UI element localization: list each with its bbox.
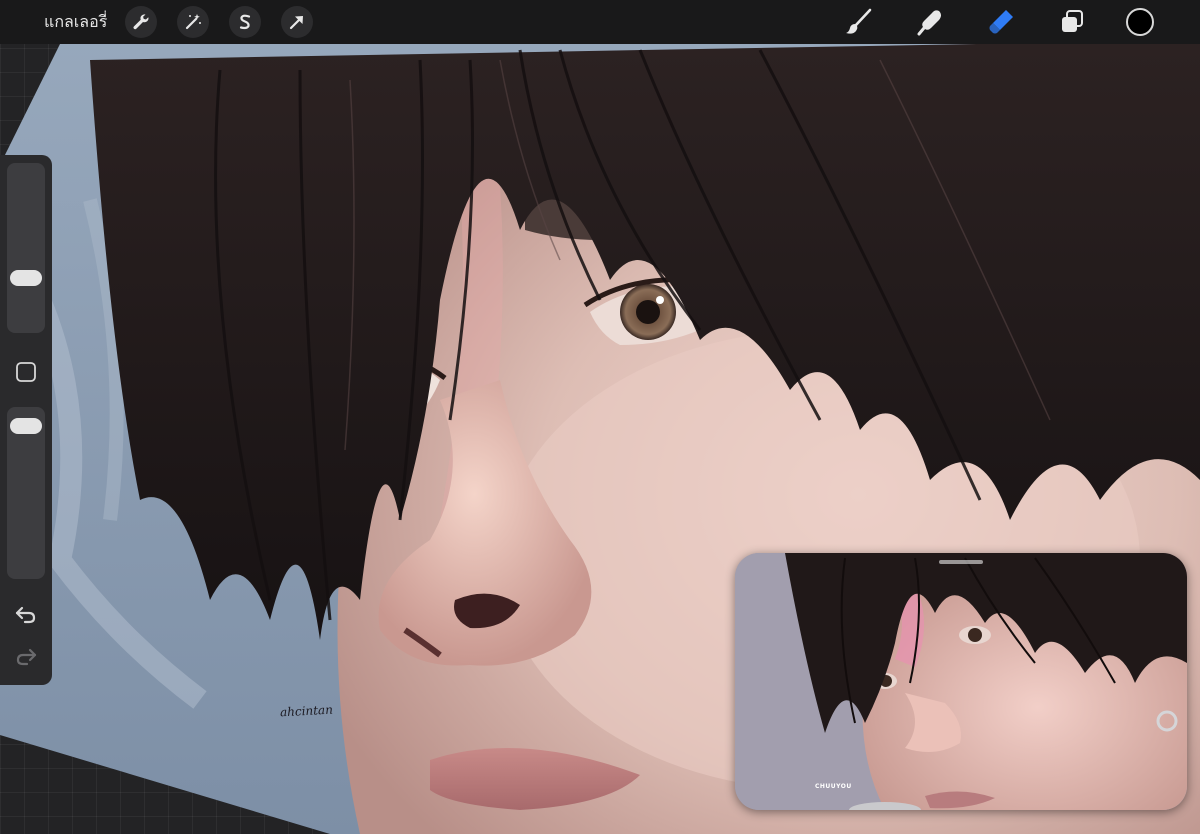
undo-button[interactable] [13,601,39,627]
color-picker-button[interactable] [1126,8,1154,36]
selection-s-icon [240,14,251,30]
redo-icon [16,648,37,666]
actions-button[interactable] [125,6,158,38]
undo-icon [15,606,36,624]
gallery-button[interactable]: แกลเลอรี่ [44,10,107,35]
brush-size-thumb[interactable] [10,269,42,286]
reference-window[interactable]: CHUUYOU [735,553,1187,810]
reference-drag-handle[interactable] [939,560,983,564]
wrench-icon [133,14,149,30]
eraser-button[interactable] [985,6,1017,38]
magic-wand-icon [186,14,202,30]
transform-button[interactable] [281,6,314,38]
opacity-slider[interactable] [7,407,45,579]
brush-button[interactable] [843,6,875,38]
selection-button[interactable] [229,6,262,38]
square-icon [16,362,36,382]
redo-button[interactable] [13,643,39,669]
layers-button[interactable] [1056,6,1088,38]
reference-caption: CHUUYOU [815,783,852,790]
right-tool-group [804,0,1200,44]
smudge-button[interactable] [914,6,946,38]
adjustments-button[interactable] [177,6,210,38]
procreate-app: ahcintan แกลเลอรี่ CHUUYOU [0,0,1200,834]
modify-button[interactable] [15,361,37,383]
reference-photo [735,553,1187,810]
eraser-icon [989,10,1013,34]
smudge-finger-icon [917,10,941,36]
opacity-thumb[interactable] [10,417,42,434]
layers-icon [1062,10,1083,32]
artist-signature: ahcintan [279,702,334,720]
left-tool-group [125,6,314,38]
left-sidebar [0,155,52,685]
brush-icon [846,8,872,34]
arrow-cursor-icon [290,16,304,30]
brush-size-slider[interactable] [7,163,45,333]
top-toolbar: แกลเลอรี่ [0,0,1200,44]
